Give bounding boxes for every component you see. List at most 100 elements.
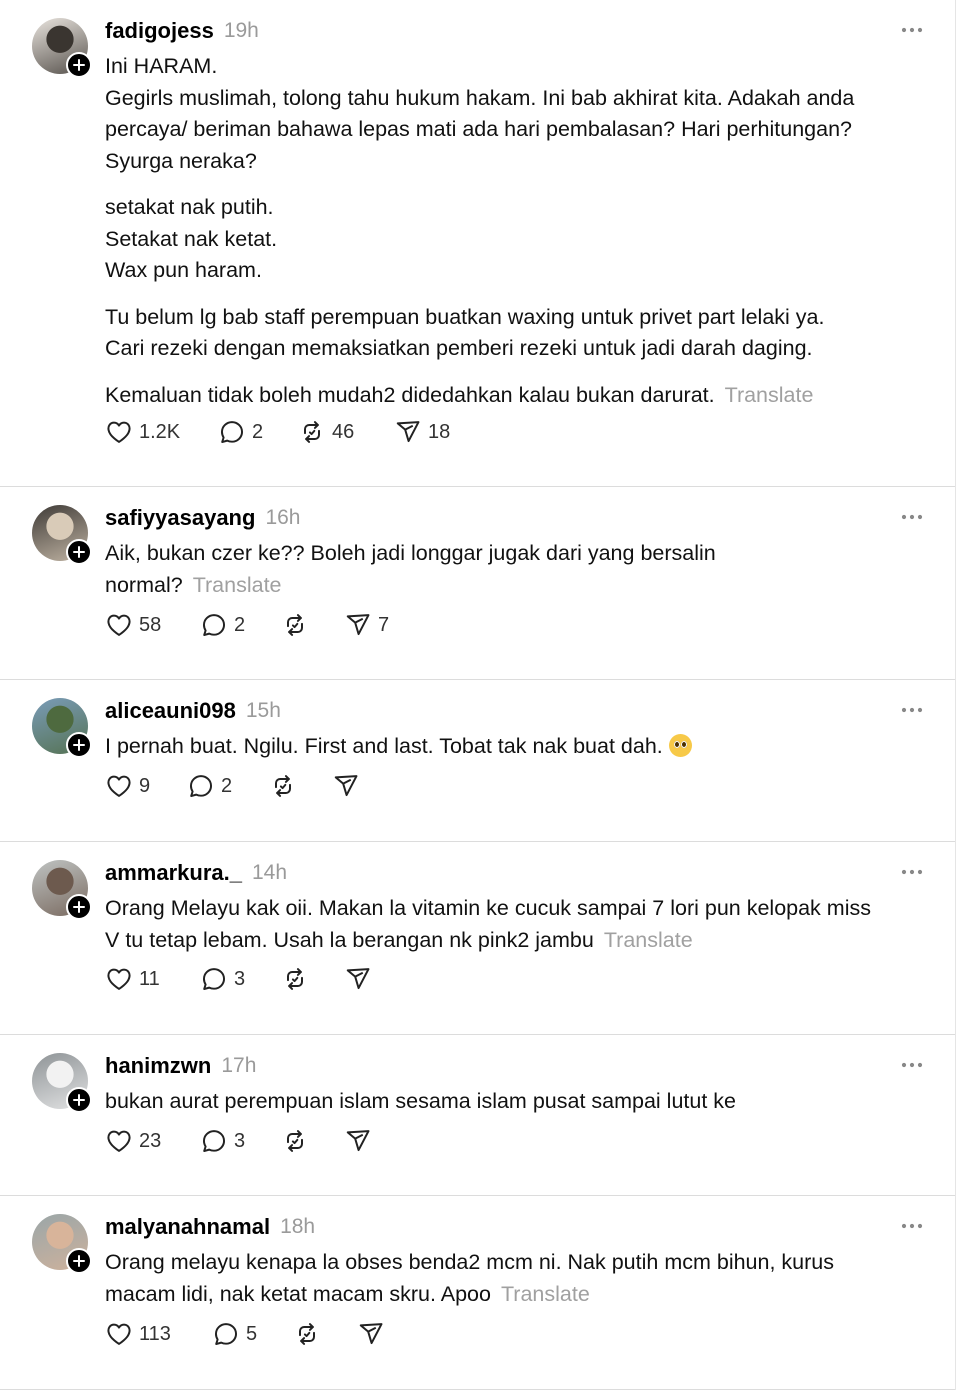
likes-count: 1.2K <box>139 420 181 443</box>
send-icon <box>394 418 422 446</box>
repost-button[interactable] <box>281 1126 309 1156</box>
comment-icon <box>200 965 228 993</box>
reply-button[interactable]: 2 <box>218 417 263 447</box>
post-body: ammarkura._ 14h Orang Melayu kak oii. Maka… <box>105 858 923 956</box>
share-button[interactable]: 7 <box>344 610 389 640</box>
likes-count: 23 <box>139 1129 162 1152</box>
timestamp: 19h <box>223 19 259 42</box>
heart-icon <box>105 965 133 993</box>
like-button[interactable]: 113 <box>105 1319 171 1349</box>
more-dots-icon[interactable] <box>897 18 927 42</box>
reply-button[interactable]: 3 <box>200 1126 245 1156</box>
share-button[interactable] <box>332 771 360 801</box>
timestamp: 17h <box>221 1054 257 1077</box>
text-line: Tu belum lg bab staff perempuan buatkan … <box>105 304 825 329</box>
like-button[interactable]: 23 <box>105 1126 161 1156</box>
like-button[interactable]: 11 <box>105 964 160 994</box>
heart-icon <box>105 611 133 639</box>
replies-count: 2 <box>221 774 233 797</box>
like-button[interactable]: 9 <box>105 771 150 801</box>
timestamp: 16h <box>265 506 301 529</box>
more-dots-icon[interactable] <box>897 1214 927 1238</box>
like-button[interactable]: 58 <box>105 610 161 640</box>
repost-button[interactable] <box>281 610 309 640</box>
heart-icon <box>105 1320 133 1348</box>
text-line: bukan aurat perempuan islam sesama islam… <box>105 1089 736 1113</box>
text-line: Orang melayu kenapa la obses benda2 mcm … <box>105 1250 834 1274</box>
replies-count: 2 <box>234 613 246 636</box>
repost-icon <box>269 772 297 800</box>
repost-icon <box>298 418 326 446</box>
text-line: macam lidi, nak ketat macam skru. Apoo <box>105 1281 491 1306</box>
share-button[interactable]: 18 <box>394 417 450 447</box>
send-icon <box>332 772 360 800</box>
username[interactable]: malyanahnamal <box>105 1214 270 1240</box>
post-text: Ini HARAM. Gegirls muslimah, tolong tahu … <box>105 51 923 411</box>
text-paragraph: Orang melayu kenapa la obses benda2 mcm … <box>105 1247 923 1310</box>
avatar[interactable] <box>32 860 92 920</box>
post-text: I pernah buat. Ngilu. First and last. To… <box>105 731 923 763</box>
text-line: Gegirls muslimah, tolong tahu hukum haka… <box>105 85 855 110</box>
share-button[interactable] <box>344 964 372 994</box>
avatar[interactable] <box>32 698 92 758</box>
more-dots-icon[interactable] <box>897 860 927 884</box>
send-icon <box>344 965 372 993</box>
text-paragraph: Kemaluan tidak boleh mudah2 didedahkan k… <box>105 380 923 412</box>
avatar[interactable] <box>32 18 92 78</box>
follow-plus-icon[interactable] <box>66 1087 92 1113</box>
text-paragraph: Ini HARAM. Gegirls muslimah, tolong tahu … <box>105 51 923 177</box>
translate-link[interactable]: Translate <box>725 383 814 407</box>
avatar[interactable] <box>32 1053 92 1113</box>
share-button[interactable] <box>344 1126 372 1156</box>
text-line: Wax pun haram. <box>105 258 262 282</box>
reply-button[interactable]: 2 <box>200 610 245 640</box>
post-body: malyanahnamal 18h Orang melayu kenapa la o… <box>105 1212 923 1310</box>
translate-link[interactable]: Translate <box>604 928 693 952</box>
more-dots-icon[interactable] <box>897 1053 927 1077</box>
username[interactable]: fadigojess <box>105 18 214 44</box>
heart-icon <box>105 772 133 800</box>
follow-plus-icon[interactable] <box>66 52 92 78</box>
like-button[interactable]: 1.2K <box>105 417 180 447</box>
post-text: Orang Melayu kak oii. Makan la vitamin k… <box>105 893 923 956</box>
more-dots-icon[interactable] <box>897 698 927 722</box>
repost-button[interactable]: 46 <box>298 417 354 447</box>
timestamp: 14h <box>251 861 288 884</box>
more-dots-icon[interactable] <box>897 505 927 529</box>
translate-link[interactable]: Translate <box>193 573 282 597</box>
text-line-wrapper: bukan aurat perempuan islam sesama islam… <box>105 1086 923 1118</box>
send-icon <box>357 1320 385 1348</box>
repost-button[interactable] <box>281 964 309 994</box>
share-button[interactable] <box>357 1319 385 1349</box>
follow-plus-icon[interactable] <box>66 894 92 920</box>
repost-button[interactable] <box>293 1319 321 1349</box>
text-line: Aik, bukan czer ke?? Boleh jadi longgar … <box>105 541 716 565</box>
comment-icon <box>200 611 228 639</box>
avatar[interactable] <box>32 1214 92 1274</box>
translate-link[interactable]: Translate <box>501 1282 590 1306</box>
send-icon <box>344 1127 372 1155</box>
follow-plus-icon[interactable] <box>66 732 92 758</box>
username[interactable]: hanimzwn <box>105 1053 211 1079</box>
text-line-wrapper: V tu tetap lebam. Usah la berangan nk pi… <box>105 925 923 957</box>
follow-plus-icon[interactable] <box>66 539 92 565</box>
replies-count: 3 <box>234 1129 246 1152</box>
username[interactable]: ammarkura._ <box>105 860 242 886</box>
post-header: hanimzwn 17h <box>105 1051 923 1081</box>
post-header: aliceauni098 15h <box>105 696 923 726</box>
reply-button[interactable]: 2 <box>187 771 232 801</box>
comment-icon <box>187 772 215 800</box>
thread-replies-feed: fadigojess 19h Ini HARAM. Gegirls muslimah,… <box>0 0 956 1390</box>
username[interactable]: safiyyasayang <box>105 505 255 531</box>
repost-icon <box>281 965 309 993</box>
username[interactable]: aliceauni098 <box>105 698 236 724</box>
post-header: malyanahnamal 18h <box>105 1212 923 1242</box>
reply-button[interactable]: 3 <box>200 964 245 994</box>
post-body: safiyyasayang 16h Aik, bukan czer ke?? Bol… <box>105 503 923 601</box>
avatar[interactable] <box>32 505 92 565</box>
likes-count: 58 <box>139 613 162 636</box>
post-header: fadigojess 19h <box>105 16 923 46</box>
reply-button[interactable]: 5 <box>212 1319 257 1349</box>
repost-button[interactable] <box>269 771 297 801</box>
follow-plus-icon[interactable] <box>66 1248 92 1274</box>
